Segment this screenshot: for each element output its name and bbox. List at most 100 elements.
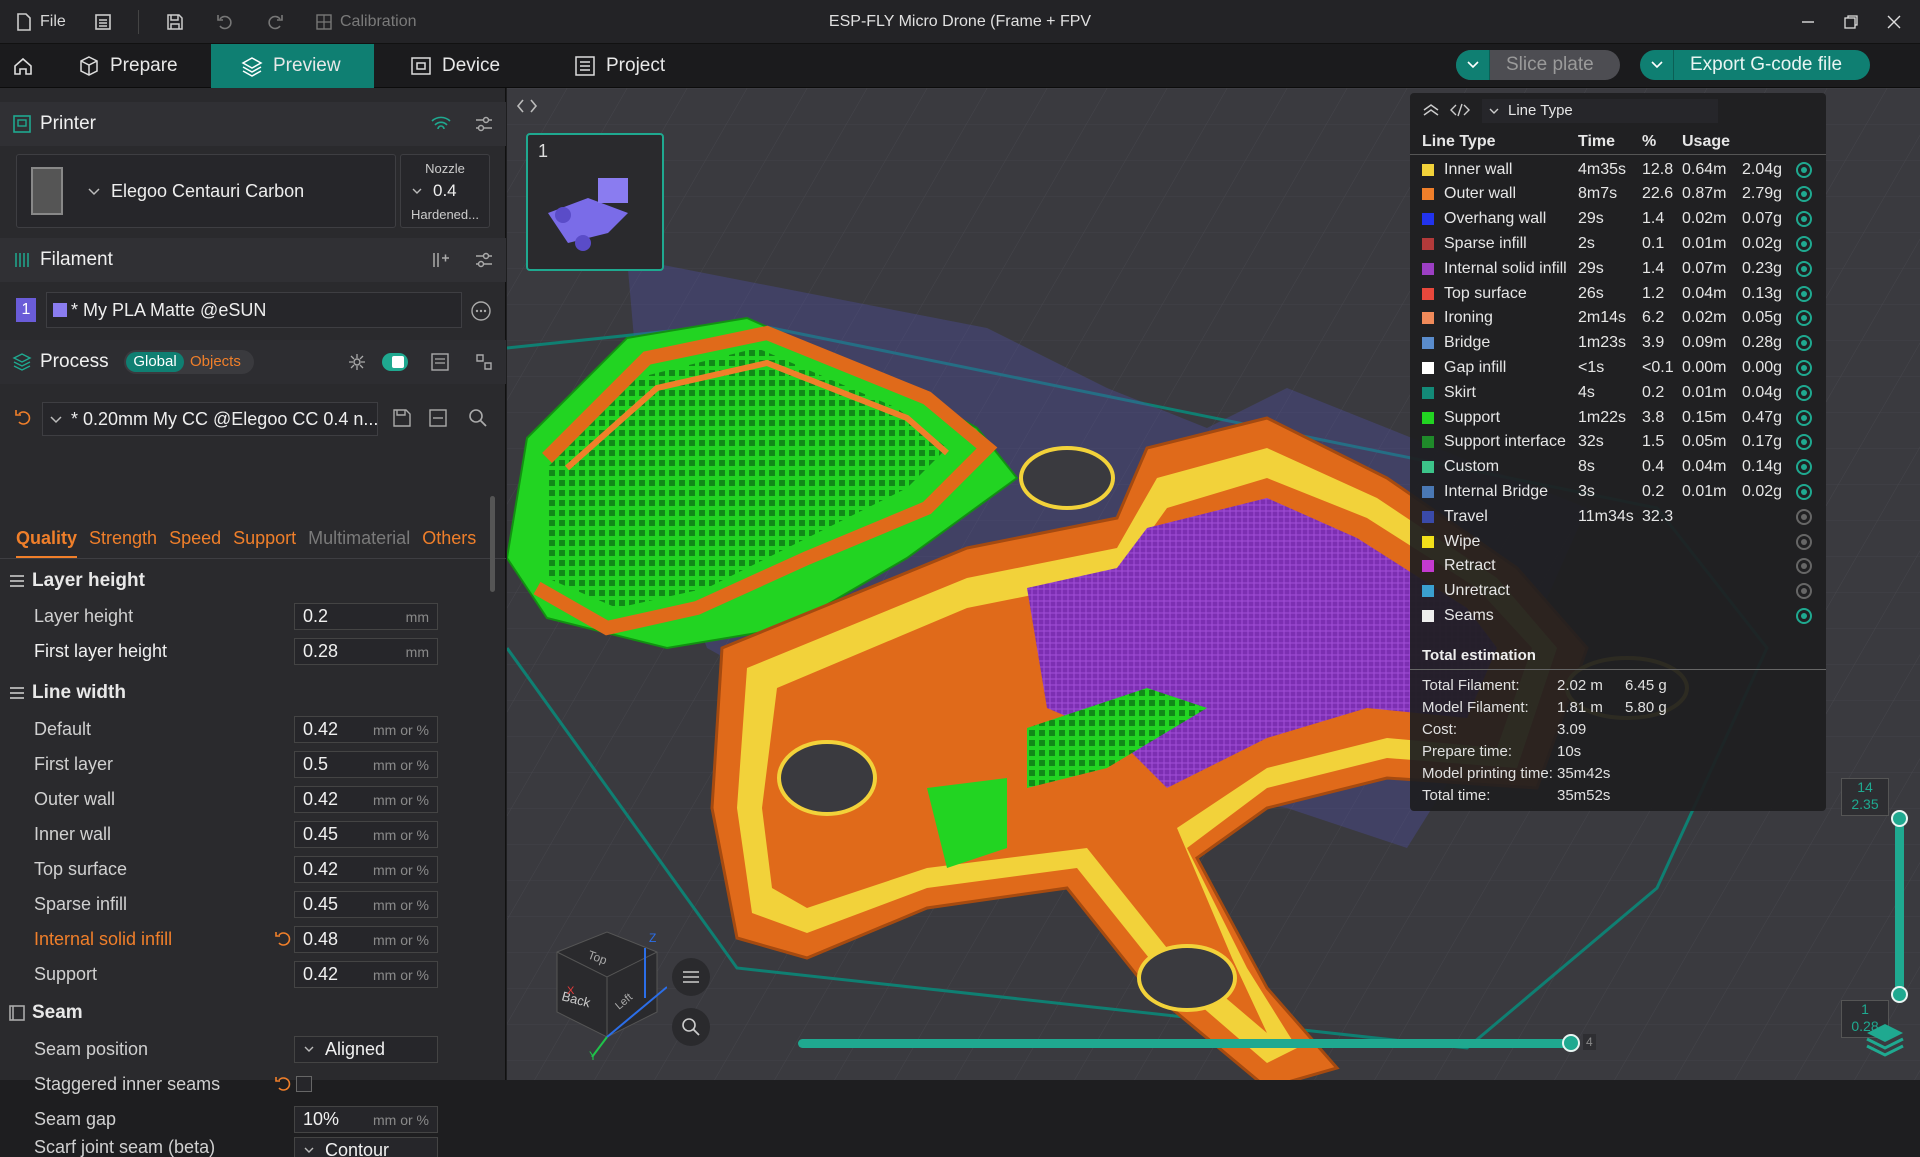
add-filament-icon[interactable] [430,250,450,270]
visibility-eye-icon[interactable] [1796,211,1812,228]
legend-row[interactable]: Overhang wall 29s 1.4 0.02m 0.07g [1410,207,1826,232]
layer-list-button[interactable] [672,958,710,996]
minimize-button[interactable] [1800,0,1816,44]
file-menu[interactable]: File [16,0,66,44]
line-width-input[interactable]: 0.45 mm or % [294,891,438,918]
filament-settings-icon[interactable] [474,251,494,269]
visibility-eye-icon[interactable] [1796,583,1812,600]
visibility-eye-icon[interactable] [1796,235,1812,252]
legend-row[interactable]: Bridge 1m23s 3.9 0.09m 0.28g [1410,331,1826,356]
panel-scrollbar[interactable] [490,496,495,592]
reset-icon[interactable] [14,408,34,428]
legend-row[interactable]: Gap infill <1s <0.1 0.00m 0.00g [1410,355,1826,380]
legend-row[interactable]: Seams [1410,603,1826,628]
printer-selector[interactable]: Elegoo Centauri Carbon [16,154,396,228]
visibility-eye-icon[interactable] [1796,384,1812,401]
filament-selector[interactable]: * My PLA Matte @eSUN [46,292,462,328]
visibility-eye-icon[interactable] [1796,161,1812,178]
visibility-eye-icon[interactable] [1796,459,1812,476]
subtab-speed[interactable]: Speed [169,528,221,558]
staggered-seams-checkbox[interactable] [296,1076,312,1092]
home-tab[interactable] [0,44,46,88]
tab-preview[interactable]: Preview [211,44,374,88]
restore-button[interactable] [1843,0,1859,44]
visibility-eye-icon[interactable] [1796,335,1812,352]
legend-row[interactable]: Support 1m22s 3.8 0.15m 0.47g [1410,405,1826,430]
global-option[interactable]: Global [126,352,184,372]
tab-prepare[interactable]: Prepare [60,44,210,88]
close-button[interactable] [1886,0,1902,44]
scarf-seam-select[interactable]: Contour [294,1137,438,1157]
layer-height-input[interactable]: 0.2 mm [294,603,438,630]
visibility-eye-icon[interactable] [1796,285,1812,302]
legend-row[interactable]: Internal Bridge 3s 0.2 0.01m 0.02g [1410,479,1826,504]
legend-row[interactable]: Travel 11m34s 32.3 [1410,504,1826,529]
more-options-icon[interactable] [470,300,492,322]
view-type-selector[interactable]: Line Type [1482,99,1718,123]
legend-row[interactable]: Wipe [1410,529,1826,554]
visibility-eye-icon[interactable] [1796,310,1812,327]
visibility-eye-icon[interactable] [1796,508,1812,525]
line-width-input[interactable]: 0.5 mm or % [294,751,438,778]
subtab-others[interactable]: Others [422,528,476,558]
tab-project[interactable]: Project [556,44,696,88]
nozzle-selector[interactable]: Nozzle 0.4 Hardened... [400,154,490,228]
process-preset-selector[interactable]: * 0.20mm My CC @Elegoo CC 0.4 n... [42,402,378,436]
menu-icon[interactable] [94,0,112,44]
seam-position-select[interactable]: Aligned [294,1036,438,1063]
export-gcode-button[interactable]: Export G-code file [1640,50,1870,80]
edit-preset-icon[interactable] [428,408,448,428]
slice-plate-button[interactable]: Slice plate [1456,50,1620,80]
legend-row[interactable]: Sparse infill 2s 0.1 0.01m 0.02g [1410,231,1826,256]
legend-row[interactable]: Ironing 2m14s 6.2 0.02m 0.05g [1410,306,1826,331]
visibility-eye-icon[interactable] [1796,186,1812,203]
visibility-eye-icon[interactable] [1796,558,1812,575]
objects-option[interactable]: Objects [190,353,241,370]
collapse-legend-icon[interactable] [1422,103,1440,117]
save-icon[interactable] [166,0,184,44]
advanced-icon[interactable] [347,352,367,372]
line-width-input[interactable]: 0.45 mm or % [294,821,438,848]
advanced-toggle[interactable] [382,353,408,371]
visibility-eye-icon[interactable] [1796,260,1812,277]
legend-row[interactable]: Custom 8s 0.4 0.04m 0.14g [1410,455,1826,480]
code-view-icon[interactable] [1450,103,1470,117]
slice-dropdown[interactable] [1456,50,1490,80]
tab-device[interactable]: Device [392,44,532,88]
reset-value-icon[interactable] [274,1075,292,1093]
line-width-input[interactable]: 0.48 mm or % [294,926,438,953]
global-objects-toggle[interactable]: Global Objects [124,350,254,374]
move-slider-thumb[interactable] [1562,1034,1580,1052]
visibility-eye-icon[interactable] [1796,359,1812,376]
line-width-input[interactable]: 0.42 mm or % [294,716,438,743]
legend-row[interactable]: Outer wall 8m7s 22.6 0.87m 2.79g [1410,182,1826,207]
seam-gap-input[interactable]: 10% mm or % [294,1106,438,1133]
visibility-eye-icon[interactable] [1796,409,1812,426]
subtab-multimaterial[interactable]: Multimaterial [308,528,410,558]
zoom-button[interactable] [672,1008,710,1046]
redo-icon[interactable] [266,0,284,44]
settings-sliders-icon[interactable] [474,115,494,133]
line-width-input[interactable]: 0.42 mm or % [294,786,438,813]
move-slider-track[interactable] [798,1039,1568,1048]
legend-row[interactable]: Skirt 4s 0.2 0.01m 0.04g [1410,380,1826,405]
legend-row[interactable]: Retract [1410,554,1826,579]
legend-row[interactable]: Internal solid infill 29s 1.4 0.07m 0.23g [1410,256,1826,281]
line-width-input[interactable]: 0.42 mm or % [294,856,438,883]
subtab-quality[interactable]: Quality [16,528,78,558]
search-icon[interactable] [468,408,488,428]
collapse-sidebar-icon[interactable] [515,94,539,118]
legend-row[interactable]: Support interface 32s 1.5 0.05m 0.17g [1410,430,1826,455]
layers-stack-icon[interactable] [1863,1018,1907,1062]
wifi-icon[interactable] [430,115,452,133]
line-width-input[interactable]: 0.42 mm or % [294,961,438,988]
first-layer-height-input[interactable]: 0.28 mm [294,638,438,665]
compare-icon[interactable] [430,352,450,372]
visibility-eye-icon[interactable] [1796,483,1812,500]
filament-color-swatch[interactable] [53,303,67,317]
legend-row[interactable]: Top surface 26s 1.2 0.04m 0.13g [1410,281,1826,306]
subtab-strength[interactable]: Strength [89,528,157,558]
navigation-cube[interactable]: Top Back Left Z X Y [537,922,667,1062]
process-sync-icon[interactable] [474,352,494,372]
calibration-menu[interactable]: Calibration [316,0,416,44]
